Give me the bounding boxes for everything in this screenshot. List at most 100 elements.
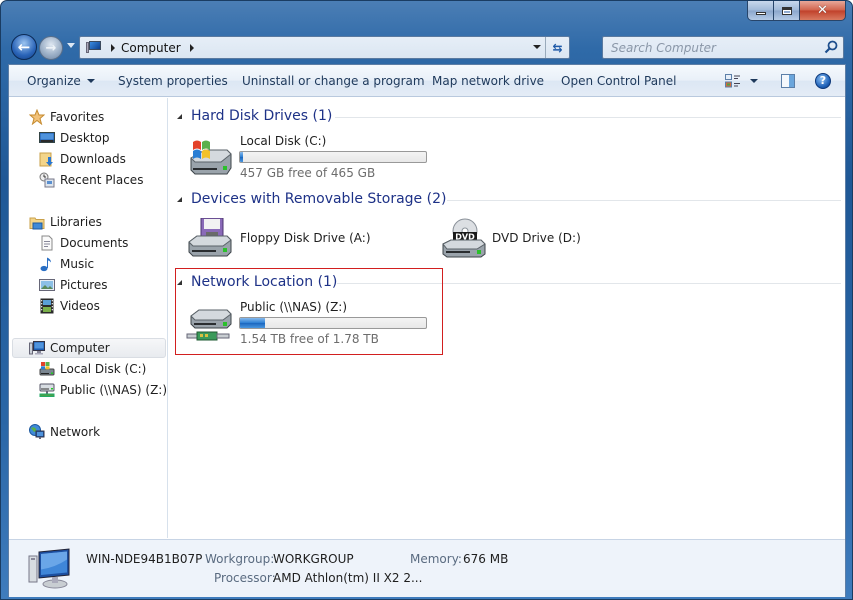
sidebar-favorites[interactable]: Favorites [29,107,104,127]
search-input[interactable]: Search Computer [611,41,716,55]
group-divider [447,200,841,201]
desktop-icon [39,132,55,143]
refresh-icon: ⇆ [552,40,563,55]
maximize-button[interactable] [774,1,800,21]
sidebar-computer-label: Computer [50,341,110,355]
back-arrow-icon: ← [17,38,31,56]
help-icon: ? [819,74,827,87]
view-options-dropdown[interactable] [750,79,758,83]
system-properties-button[interactable]: System properties [118,74,228,88]
drive-floppy-a[interactable]: Floppy Disk Drive (A:) [185,216,385,264]
search-box[interactable]: Search Computer [602,36,844,59]
address-dropdown-icon[interactable] [533,45,541,49]
group-title: Hard Disk Drives (1) [191,108,333,124]
recent-pages-dropdown[interactable] [67,43,75,48]
local-disk-icon [39,362,55,376]
sidebar-item-label: Music [60,257,95,271]
chevron-down-icon [86,79,95,83]
close-button[interactable]: ✕ [800,1,846,21]
minimize-icon [755,12,766,15]
drive-dvd-d[interactable]: DVD DVD Drive (D:) [439,216,639,264]
sidebar-item-downloads[interactable]: Downloads [39,149,126,169]
documents-icon [41,235,53,251]
preview-pane-button[interactable] [781,74,795,88]
caption-buttons: ✕ [747,1,846,21]
sidebar-item-label: Pictures [60,278,108,292]
back-button[interactable]: ← [11,34,37,60]
downloads-folder-icon [39,152,53,167]
collapse-triangle-icon[interactable] [177,113,182,119]
sidebar-item-videos[interactable]: Videos [39,296,100,316]
breadcrumb-chevron-icon[interactable] [189,43,194,52]
computer-icon [29,341,45,355]
navigation-bar: ← → Computer ⇆ Search Computer [1,33,852,61]
organize-button[interactable]: Organize [27,74,95,88]
help-button[interactable]: ? [815,73,831,89]
memory-label: Memory: [410,552,462,566]
organize-label: Organize [27,74,81,88]
forward-arrow-icon: → [45,40,57,56]
sidebar-item-label: Public (\\NAS) (Z:) [60,383,168,397]
sidebar-item-label: Downloads [60,152,126,166]
sidebar-item-label: Desktop [60,131,110,145]
workgroup-label: Workgroup: [205,552,275,566]
sidebar-item-desktop[interactable]: Desktop [39,128,110,148]
music-note-icon [40,257,51,272]
change-view-icon[interactable] [725,74,741,88]
navigation-pane: Favorites Desktop Downloads Recent Place… [9,98,168,538]
minimize-button[interactable] [747,1,774,21]
uninstall-program-button[interactable]: Uninstall or change a program [242,74,425,88]
drive-local-disk-c[interactable]: Local Disk (C:) 457 GB free of 465 GB [185,134,445,184]
sidebar-libraries[interactable]: Libraries [29,212,102,232]
local-disk-icon [190,140,232,175]
explorer-window: ✕ ← → Computer ⇆ Search Computer Organiz… [0,0,853,600]
open-control-panel-button[interactable]: Open Control Panel [561,74,676,88]
drive-name: Floppy Disk Drive (A:) [240,231,371,245]
group-header-hard-disk-drives[interactable]: Hard Disk Drives (1) [177,108,841,124]
computer-icon [86,41,102,54]
recent-places-icon [39,172,55,188]
network-globe-icon [29,424,45,439]
explorer-client-area: Organize System properties Uninstall or … [8,64,846,597]
sidebar-item-music[interactable]: Music [39,254,94,274]
memory-value: 676 MB [463,552,509,566]
sidebar-item-label: Videos [60,299,100,313]
breadcrumb-separator-icon[interactable] [111,43,115,52]
sidebar-item-recent-places[interactable]: Recent Places [39,170,143,190]
sidebar-network-label: Network [50,425,101,439]
breadcrumb-computer[interactable]: Computer [121,41,181,55]
star-icon [29,109,45,125]
sidebar-favorites-label: Favorites [50,110,105,124]
refresh-button[interactable]: ⇆ [545,37,569,58]
title-bar[interactable]: ✕ [1,1,852,31]
collapse-triangle-icon[interactable] [177,196,182,202]
sidebar-computer[interactable]: Computer [12,338,166,358]
details-pane: WIN-NDE94B1B07P Workgroup: WORKGROUP Mem… [9,539,845,597]
group-title: Devices with Removable Storage (2) [191,191,447,207]
sidebar-item-network-drive[interactable]: Public (\\NAS) (Z:) [39,380,167,400]
address-bar[interactable]: Computer ⇆ [79,36,570,59]
floppy-drive-icon [188,218,232,257]
videos-film-icon [40,298,54,314]
close-icon: ✕ [817,3,828,18]
dvd-drive-icon: DVD [442,218,486,258]
sidebar-network[interactable]: Network [29,422,100,442]
sidebar-item-label: Recent Places [60,173,144,187]
drive-usage-bar [239,151,427,163]
network-drive-icon [39,383,55,397]
computer-name: WIN-NDE94B1B07P [86,552,203,566]
computer-icon [28,548,70,589]
sidebar-item-documents[interactable]: Documents [39,233,128,253]
processor-value: AMD Athlon(tm) II X2 2... [273,571,423,585]
sidebar-item-label: Local Disk (C:) [60,362,147,376]
forward-button[interactable]: → [39,36,63,60]
libraries-icon [29,217,45,230]
pictures-icon [39,279,55,291]
sidebar-item-local-disk[interactable]: Local Disk (C:) [39,359,146,379]
group-header-removable-storage[interactable]: Devices with Removable Storage (2) [177,191,841,207]
network-location-highlight-box [175,268,443,355]
map-network-drive-button[interactable]: Map network drive [432,74,544,88]
sidebar-item-pictures[interactable]: Pictures [39,275,108,295]
search-icon[interactable] [824,40,838,54]
drive-name: Local Disk (C:) [240,134,327,148]
